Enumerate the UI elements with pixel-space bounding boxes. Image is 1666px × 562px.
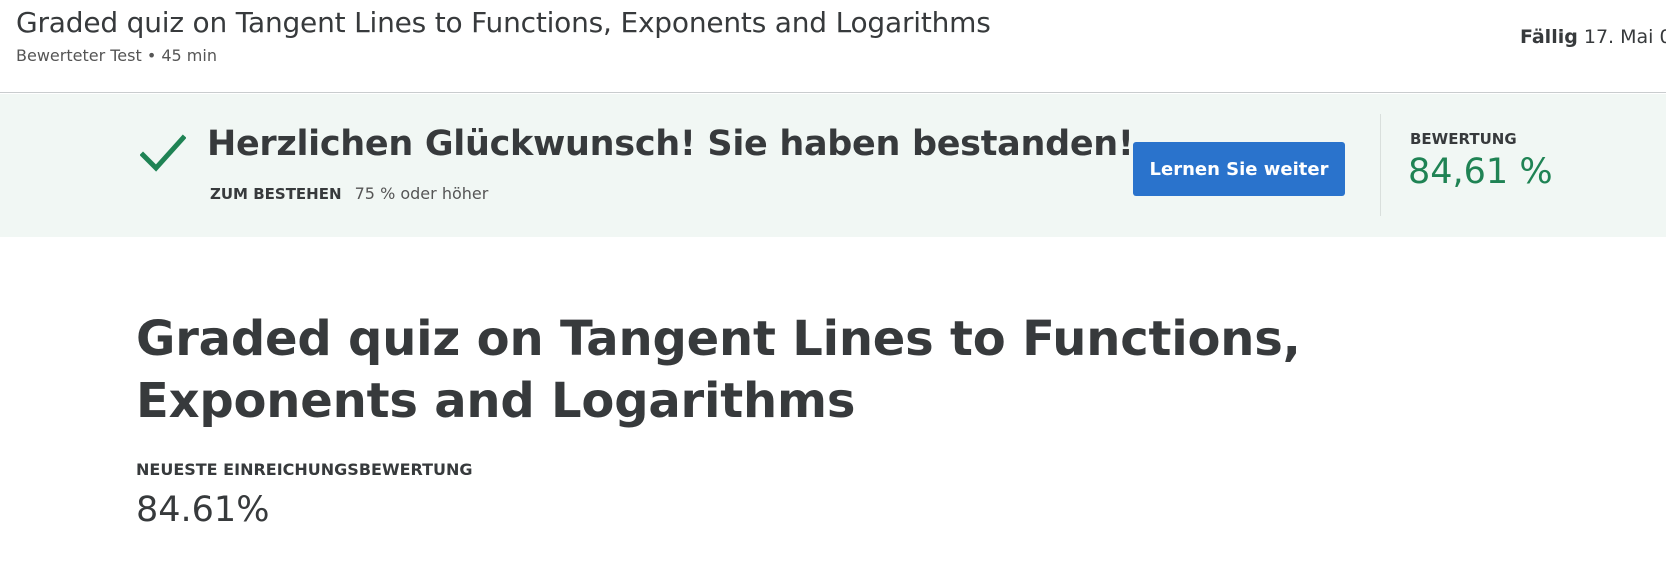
pass-banner: Herzlichen Glückwunsch! Sie haben bestan… — [0, 94, 1666, 237]
divider — [1380, 114, 1381, 216]
latest-submission-grade: 84.61% — [136, 490, 270, 530]
grade-value: 84,61 % — [1408, 152, 1553, 192]
due-date: Fällig 17. Mai 0 — [1520, 26, 1666, 48]
due-label: Fällig — [1520, 26, 1578, 48]
due-value: 17. Mai 0 — [1583, 26, 1666, 48]
pass-label: ZUM BESTEHEN — [210, 185, 342, 203]
congrats-message: Herzlichen Glückwunsch! Sie haben bestan… — [207, 124, 1134, 164]
latest-submission-label: NEUESTE EINREICHUNGSBEWERTUNG — [136, 460, 473, 479]
pass-requirement: ZUM BESTEHEN 75 % oder höher — [210, 184, 488, 203]
continue-learning-button[interactable]: Lernen Sie weiter — [1133, 142, 1345, 196]
page-header: Graded quiz on Tangent Lines to Function… — [0, 0, 1666, 93]
grade-label: BEWERTUNG — [1410, 130, 1517, 148]
pass-value: 75 % oder höher — [354, 184, 489, 203]
quiz-meta: Bewerteter Test • 45 min — [16, 46, 217, 65]
quiz-title: Graded quiz on Tangent Lines to Function… — [16, 6, 991, 39]
checkmark-icon — [140, 134, 186, 172]
page-title: Graded quiz on Tangent Lines to Function… — [136, 311, 1301, 429]
